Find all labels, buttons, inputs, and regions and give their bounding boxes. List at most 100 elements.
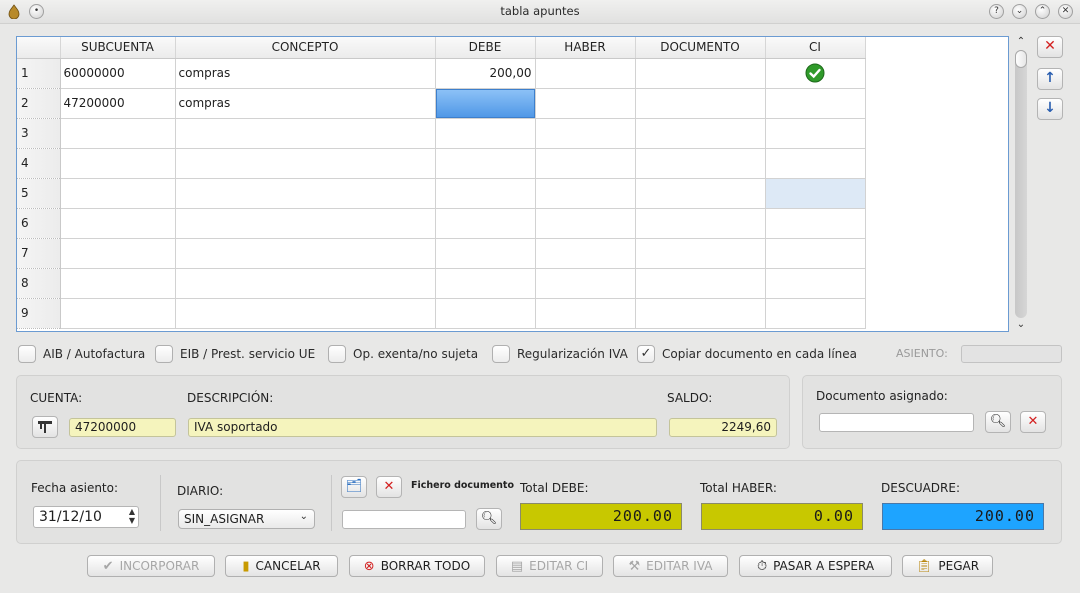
incorporar-button[interactable]: ✔ INCORPORAR xyxy=(87,555,215,577)
scroll-down-icon[interactable]: ⌄ xyxy=(1014,319,1028,331)
cell-haber[interactable] xyxy=(535,118,636,149)
checkbox-op-exenta[interactable]: Op. exenta/no sujeta xyxy=(328,344,478,364)
cell-documento[interactable] xyxy=(635,268,766,299)
row-number[interactable]: 7 xyxy=(17,238,61,269)
row-number[interactable]: 2 xyxy=(17,88,61,119)
col-header-haber[interactable]: HABER xyxy=(535,37,636,59)
fichero-field[interactable] xyxy=(342,510,466,529)
cell-haber[interactable] xyxy=(535,208,636,239)
checkbox-box[interactable] xyxy=(155,345,173,363)
cell-documento[interactable] xyxy=(635,88,766,119)
spin-arrows-icon[interactable]: ▲ ▼ xyxy=(129,507,135,525)
documento-field[interactable] xyxy=(819,413,974,432)
col-header-concepto[interactable]: CONCEPTO xyxy=(175,37,436,59)
cell-ci[interactable] xyxy=(765,268,866,299)
cell-subcuenta[interactable] xyxy=(60,298,176,329)
cell-concepto[interactable] xyxy=(175,298,436,329)
cell-subcuenta[interactable]: 47200000 xyxy=(60,88,176,119)
checkbox-box[interactable] xyxy=(492,345,510,363)
cell-ci[interactable] xyxy=(765,118,866,149)
row-number[interactable]: 3 xyxy=(17,118,61,149)
cell-concepto[interactable] xyxy=(175,208,436,239)
checkbox-eib[interactable]: EIB / Prest. servicio UE xyxy=(155,344,315,364)
table-row[interactable]: 2 47200000 compras xyxy=(17,88,1008,119)
checkbox-copiar-documento[interactable]: ✓ Copiar documento en cada línea xyxy=(637,344,857,364)
cuenta-field[interactable]: 47200000 xyxy=(69,418,176,437)
cell-ci-hover[interactable] xyxy=(765,178,866,209)
checkbox-regularizacion[interactable]: Regularización IVA xyxy=(492,344,628,364)
cell-concepto[interactable] xyxy=(175,268,436,299)
row-number[interactable]: 5 xyxy=(17,178,61,209)
cell-documento[interactable] xyxy=(635,208,766,239)
cell-documento[interactable] xyxy=(635,148,766,179)
table-row[interactable]: 5 xyxy=(17,178,1008,209)
cell-subcuenta[interactable] xyxy=(60,208,176,239)
cell-subcuenta[interactable] xyxy=(60,268,176,299)
cell-concepto[interactable] xyxy=(175,118,436,149)
table-row[interactable]: 6 xyxy=(17,208,1008,239)
cancelar-button[interactable]: ▮ CANCELAR xyxy=(225,555,338,577)
cell-subcuenta[interactable] xyxy=(60,148,176,179)
table-row[interactable]: 9 xyxy=(17,298,1008,329)
cell-debe[interactable] xyxy=(435,208,536,239)
cell-haber[interactable] xyxy=(535,88,636,119)
cell-concepto[interactable] xyxy=(175,148,436,179)
scroll-thumb[interactable] xyxy=(1015,50,1027,68)
cell-haber[interactable] xyxy=(535,268,636,299)
close-icon[interactable]: ✕ xyxy=(1058,4,1073,19)
cell-ci[interactable] xyxy=(765,208,866,239)
documento-search-button[interactable]: 🔍︎ xyxy=(985,411,1011,433)
table-row[interactable]: 7 xyxy=(17,238,1008,269)
cell-debe[interactable] xyxy=(435,298,536,329)
table-row[interactable]: 1 60000000 compras 200,00 xyxy=(17,58,1008,89)
pasar-a-espera-button[interactable]: ⏱ PASAR A ESPERA xyxy=(739,555,892,577)
cell-haber[interactable] xyxy=(535,58,636,89)
cell-debe[interactable] xyxy=(435,118,536,149)
table-row[interactable]: 8 xyxy=(17,268,1008,299)
grid-scrollbar[interactable]: ⌃ ⌄ xyxy=(1012,36,1030,332)
cell-ci[interactable] xyxy=(765,238,866,269)
cell-ci[interactable] xyxy=(765,58,866,89)
cell-debe[interactable] xyxy=(435,238,536,269)
cell-haber[interactable] xyxy=(535,148,636,179)
fichero-search-button[interactable]: 🔍︎ xyxy=(476,508,502,530)
col-header-ci[interactable]: CI xyxy=(765,37,866,59)
help-icon[interactable]: ? xyxy=(989,4,1004,19)
cell-concepto[interactable]: compras xyxy=(175,58,436,89)
delete-row-button[interactable]: ✕ xyxy=(1037,36,1063,58)
cell-documento[interactable] xyxy=(635,298,766,329)
pegar-button[interactable]: 📋︎ PEGAR xyxy=(902,555,993,577)
maximize-icon[interactable]: ⌃ xyxy=(1035,4,1050,19)
cell-haber[interactable] xyxy=(535,238,636,269)
remove-file-button[interactable]: ✕ xyxy=(376,476,402,498)
borrar-todo-button[interactable]: ⊗ BORRAR TODO xyxy=(349,555,485,577)
editar-iva-button[interactable]: ⚒ EDITAR IVA xyxy=(613,555,728,577)
attach-file-button[interactable]: 🗂︎ xyxy=(341,476,367,498)
cell-ci[interactable] xyxy=(765,298,866,329)
cell-debe[interactable]: 200,00 xyxy=(435,58,536,89)
col-header-documento[interactable]: DOCUMENTO xyxy=(635,37,766,59)
cell-debe-selected[interactable] xyxy=(435,88,536,119)
cell-subcuenta[interactable] xyxy=(60,178,176,209)
checkbox-aib[interactable]: AIB / Autofactura xyxy=(18,344,145,364)
cell-haber[interactable] xyxy=(535,298,636,329)
documento-clear-button[interactable]: ✕ xyxy=(1020,411,1046,433)
cell-documento[interactable] xyxy=(635,238,766,269)
descripcion-field[interactable]: IVA soportado xyxy=(188,418,657,437)
cell-concepto[interactable]: compras xyxy=(175,88,436,119)
scroll-up-icon[interactable]: ⌃ xyxy=(1014,36,1028,48)
table-row[interactable]: 4 xyxy=(17,148,1008,179)
cell-ci[interactable] xyxy=(765,148,866,179)
cell-debe[interactable] xyxy=(435,178,536,209)
table-row[interactable]: 3 xyxy=(17,118,1008,149)
row-number[interactable]: 6 xyxy=(17,208,61,239)
editar-ci-button[interactable]: ▤ EDITAR CI xyxy=(496,555,603,577)
cell-documento[interactable] xyxy=(635,118,766,149)
cell-concepto[interactable] xyxy=(175,178,436,209)
fecha-spinbox[interactable]: 31/12/10 ▲ ▼ xyxy=(33,506,139,528)
col-header-subcuenta[interactable]: SUBCUENTA xyxy=(60,37,176,59)
cell-subcuenta[interactable] xyxy=(60,238,176,269)
move-up-button[interactable]: ↑ xyxy=(1037,68,1063,90)
cell-subcuenta[interactable] xyxy=(60,118,176,149)
cell-concepto[interactable] xyxy=(175,238,436,269)
